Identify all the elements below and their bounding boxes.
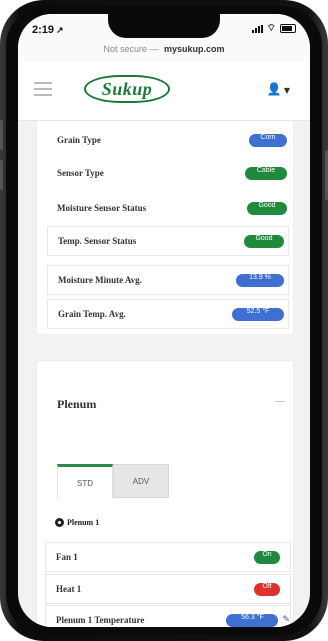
sukup-logo[interactable]: Sukup	[84, 75, 170, 103]
plenum-temperature-row: Plenum 1 Temperature 56.3 °F ✎	[45, 605, 291, 627]
temperature-value: 56.3 °F ✎	[226, 613, 290, 627]
clock-time: 2:19	[32, 24, 55, 36]
status-badge: Good	[244, 234, 284, 248]
page-content: Grain Type Corn Sensor Type Cable Moistu…	[18, 120, 310, 627]
caret-down-icon: ▼	[283, 86, 290, 95]
heat-row: Heat 1 Off	[45, 574, 291, 604]
wifi-icon: ⌔	[266, 22, 276, 34]
sensor-type-row: Sensor Type Cable	[47, 159, 287, 187]
volume-up-button	[0, 120, 3, 150]
tab-adv[interactable]: ADV	[113, 464, 169, 498]
status-icons: ⌔	[251, 22, 296, 34]
user-menu-button[interactable]: 👤 ▼	[267, 82, 290, 96]
row-label: Sensor Type	[57, 168, 104, 178]
battery-icon	[280, 24, 296, 33]
clock: 2:19 ↗	[32, 24, 64, 36]
temp-sensor-status-row: Temp. Sensor Status Good	[47, 226, 289, 256]
status-badge: 52.5 °F	[232, 307, 284, 321]
not-secure-label: Not secure —	[103, 44, 161, 54]
tab-std[interactable]: STD	[57, 464, 113, 499]
notch	[108, 14, 220, 38]
row-label: Grain Type	[57, 135, 101, 145]
row-label: Heat 1	[56, 584, 82, 594]
row-label: Grain Temp. Avg.	[58, 309, 126, 319]
logo-text: Sukup	[101, 78, 153, 99]
group-label: Plenum 1	[67, 518, 100, 527]
volume-down-button	[0, 160, 3, 190]
location-arrow-icon: ↗	[56, 25, 64, 35]
status-badge: Cable	[245, 166, 287, 180]
status-badge: Good	[247, 201, 287, 215]
grain-temp-avg-row: Grain Temp. Avg. 52.5 °F	[47, 299, 289, 329]
grain-info-card: Grain Type Corn Sensor Type Cable Moistu…	[36, 120, 294, 335]
status-badge: 13.9 %	[236, 273, 284, 287]
collapse-icon[interactable]	[275, 401, 285, 402]
phone-frame: 2:19 ↗ ⌔ Not secure — mysukup.com Sukup 👤…	[0, 0, 328, 641]
gear-icon	[55, 518, 64, 527]
app-header: Sukup 👤 ▼	[18, 62, 310, 121]
moisture-minute-avg-row: Moisture Minute Avg. 13.9 %	[47, 265, 289, 295]
plenum-group-title: Plenum 1	[55, 518, 99, 527]
address-bar[interactable]: Not secure — mysukup.com	[18, 44, 310, 62]
moisture-sensor-status-row: Moisture Sensor Status Good	[47, 194, 287, 222]
status-badge: Off	[254, 582, 280, 596]
url-domain: mysukup.com	[164, 44, 225, 54]
fan-row: Fan 1 On	[45, 542, 291, 572]
plenum-tabs: STD ADV	[57, 464, 169, 499]
hamburger-icon[interactable]	[34, 82, 52, 100]
plenum-title: Plenum	[57, 397, 97, 411]
phone-screen: 2:19 ↗ ⌔ Not secure — mysukup.com Sukup 👤…	[18, 14, 310, 627]
edit-icon[interactable]: ✎	[282, 615, 290, 625]
section-divider	[18, 334, 310, 360]
plenum-card: Plenum STD ADV Plenum 1 Fan 1 On Heat 1 …	[36, 360, 294, 627]
status-badge: Corn	[249, 133, 287, 147]
row-label: Fan 1	[56, 552, 78, 562]
row-label: Temp. Sensor Status	[58, 236, 137, 246]
cellular-signal-icon	[251, 24, 263, 33]
status-badge: On	[254, 550, 280, 564]
grain-type-row: Grain Type Corn	[47, 126, 287, 154]
user-icon: 👤	[266, 82, 282, 96]
row-label: Moisture Minute Avg.	[58, 275, 142, 285]
status-badge: 56.3 °F	[226, 613, 279, 627]
row-label: Moisture Sensor Status	[57, 203, 147, 213]
row-label: Plenum 1 Temperature	[56, 615, 145, 625]
